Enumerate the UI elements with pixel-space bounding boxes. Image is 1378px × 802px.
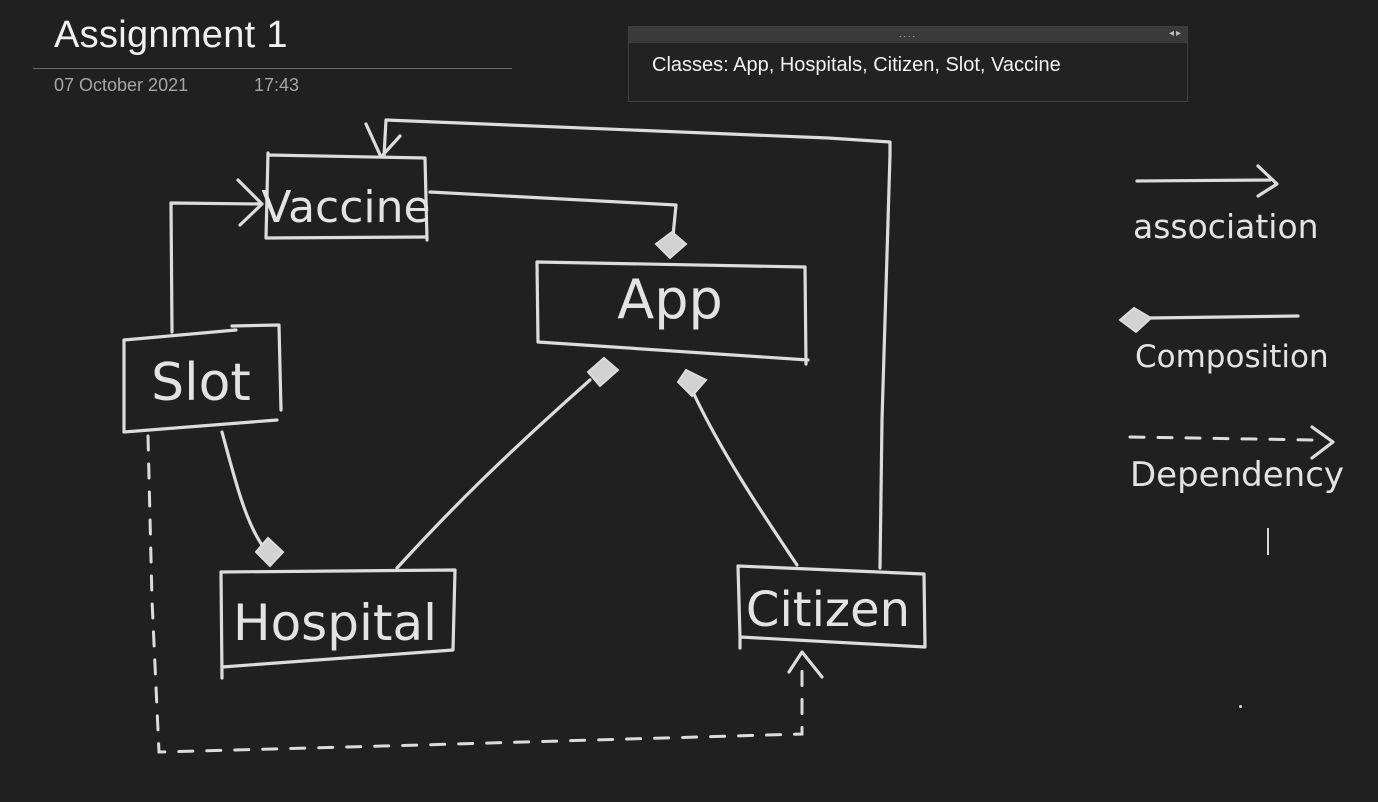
legend-label-composition: Composition [1135,339,1329,375]
legend-association[interactable]: association [1133,164,1319,246]
class-label-slot: Slot [151,353,251,413]
class-box-citizen[interactable]: Citizen [736,564,927,650]
composition-citizen-app[interactable] [690,388,799,567]
ink-dot [1239,705,1242,708]
class-label-citizen: Citizen [746,582,910,638]
class-box-slot[interactable]: Slot [122,323,283,434]
ink-diagram[interactable]: Vaccine App Slot Hospital Citizen associ… [0,0,1378,802]
composition-diamond-icon [586,356,620,388]
composition-diamond-icon [654,230,688,260]
legend-dependency[interactable]: Dependency [1128,425,1344,495]
class-box-vaccine[interactable]: Vaccine [261,151,431,242]
composition-vaccine-app[interactable] [428,190,678,238]
class-box-app[interactable]: App [535,260,810,366]
composition-diamond-icon [1118,306,1153,334]
composition-slot-hospital[interactable] [220,430,264,547]
legend-composition[interactable]: Composition [1118,306,1329,375]
class-label-hospital: Hospital [233,594,437,652]
composition-hospital-app[interactable] [395,378,592,570]
class-box-hospital[interactable]: Hospital [219,568,457,680]
class-label-app: App [617,268,723,331]
text-cursor [1267,528,1269,555]
class-label-vaccine: Vaccine [261,182,430,233]
legend-label-association: association [1133,207,1319,246]
association-citizen-vaccine[interactable] [364,118,892,570]
composition-diamond-icon [676,368,708,398]
dependency-arrowhead-icon [787,650,824,679]
legend-label-dependency: Dependency [1130,455,1344,495]
association-slot-vaccine[interactable] [169,178,264,334]
